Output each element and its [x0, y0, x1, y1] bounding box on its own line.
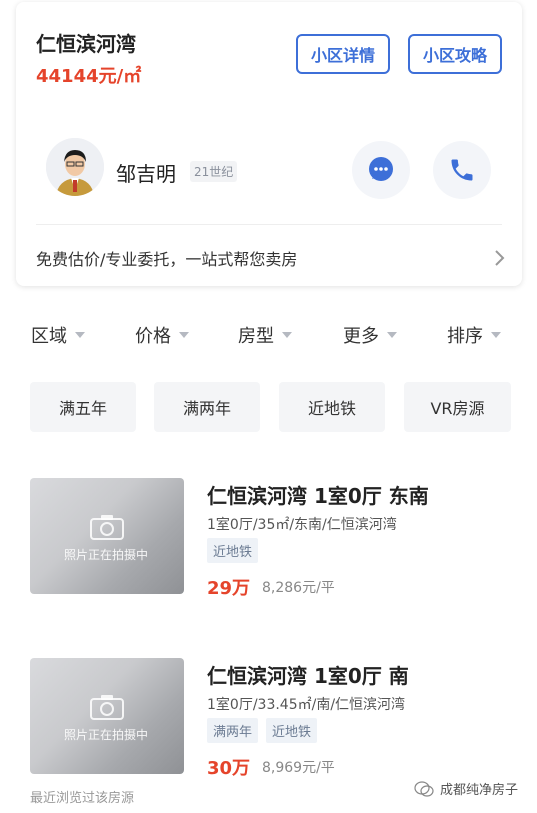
- agent-company-badge: 21世纪: [190, 161, 238, 182]
- filter-label: 价格: [135, 326, 171, 347]
- listing-tag: 近地铁: [207, 538, 259, 563]
- estate-price: 44144元/㎡: [36, 66, 142, 87]
- listing-tag: 近地铁: [266, 718, 318, 743]
- agent-name[interactable]: 邹吉明: [116, 158, 176, 187]
- listing-tags: 近地铁: [207, 538, 259, 563]
- quick-tag-vr[interactable]: VR房源: [404, 382, 511, 432]
- card-divider: [36, 224, 502, 225]
- estate-name: 仁恒滨河湾: [36, 32, 136, 56]
- listing-thumbnail[interactable]: 照片正在拍摄中: [30, 478, 184, 594]
- filter-region[interactable]: 区域: [31, 318, 85, 352]
- quick-tag-two-years[interactable]: 满两年: [154, 382, 260, 432]
- filter-label: 区域: [31, 326, 67, 347]
- caret-down-icon: [282, 332, 292, 338]
- listing-item[interactable]: 照片正在拍摄中 仁恒滨河湾 1室0厅 南 1室0厅/33.45㎡/南/仁恒滨河湾…: [0, 658, 537, 798]
- estate-card: 仁恒滨河湾 44144元/㎡ 小区详情 小区攻略 邹吉明 21世纪 免费估价/专…: [16, 2, 522, 286]
- watermark: 成都纯净房子: [414, 779, 518, 798]
- camera-icon: [90, 515, 124, 540]
- listing-title[interactable]: 仁恒滨河湾 1室0厅 南: [207, 660, 409, 689]
- wechat-icon: [414, 780, 434, 797]
- phone-icon: [451, 159, 473, 181]
- listing-price: 30万: [207, 758, 251, 779]
- caret-down-icon: [387, 332, 397, 338]
- filter-price[interactable]: 价格: [135, 318, 189, 352]
- estate-detail-button[interactable]: 小区详情: [296, 34, 390, 74]
- quick-tag-five-years[interactable]: 满五年: [30, 382, 136, 432]
- sell-banner[interactable]: 免费估价/专业委托，一站式帮您卖房: [36, 240, 506, 276]
- caret-down-icon: [491, 332, 501, 338]
- filter-more[interactable]: 更多: [343, 318, 397, 352]
- listing-summary: 1室0厅/35㎡/东南/仁恒滨河湾: [207, 517, 397, 533]
- chat-button[interactable]: [352, 141, 410, 199]
- filter-label: 排序: [447, 326, 483, 347]
- listing-summary: 1室0厅/33.45㎡/南/仁恒滨河湾: [207, 697, 406, 713]
- listing-unit-price: 8,286元/平: [262, 580, 335, 596]
- caret-down-icon: [179, 332, 189, 338]
- listing-tags: 满两年 近地铁: [207, 718, 318, 743]
- filter-label: 更多: [343, 326, 379, 347]
- filter-layout[interactable]: 房型: [238, 318, 292, 352]
- filter-bar: 区域 价格 房型 更多 排序: [0, 318, 537, 352]
- caret-down-icon: [75, 332, 85, 338]
- camera-icon: [90, 695, 124, 720]
- recently-viewed-note: 最近浏览过该房源: [30, 791, 135, 806]
- estate-guide-button[interactable]: 小区攻略: [408, 34, 502, 74]
- call-button[interactable]: [433, 141, 491, 199]
- chat-bubble-icon: [369, 157, 393, 181]
- chevron-right-icon: [495, 250, 505, 266]
- sell-banner-text: 免费估价/专业委托，一站式帮您卖房: [36, 250, 298, 269]
- agent-avatar[interactable]: [46, 138, 104, 196]
- filter-label: 房型: [238, 326, 274, 347]
- thumbnail-caption: 照片正在拍摄中: [64, 548, 149, 562]
- listing-unit-price: 8,969元/平: [262, 760, 335, 776]
- thumbnail-caption: 照片正在拍摄中: [64, 728, 149, 742]
- listing-price: 29万: [207, 578, 251, 599]
- listing-tag: 满两年: [207, 718, 259, 743]
- listing-title[interactable]: 仁恒滨河湾 1室0厅 东南: [207, 480, 429, 509]
- agent-avatar-image: [46, 138, 104, 196]
- listing-thumbnail[interactable]: 照片正在拍摄中: [30, 658, 184, 774]
- watermark-text: 成都纯净房子: [440, 783, 519, 798]
- quick-tag-near-metro[interactable]: 近地铁: [279, 382, 385, 432]
- listing-item[interactable]: 照片正在拍摄中 仁恒滨河湾 1室0厅 东南 1室0厅/35㎡/东南/仁恒滨河湾 …: [0, 478, 537, 618]
- filter-sort[interactable]: 排序: [447, 318, 501, 352]
